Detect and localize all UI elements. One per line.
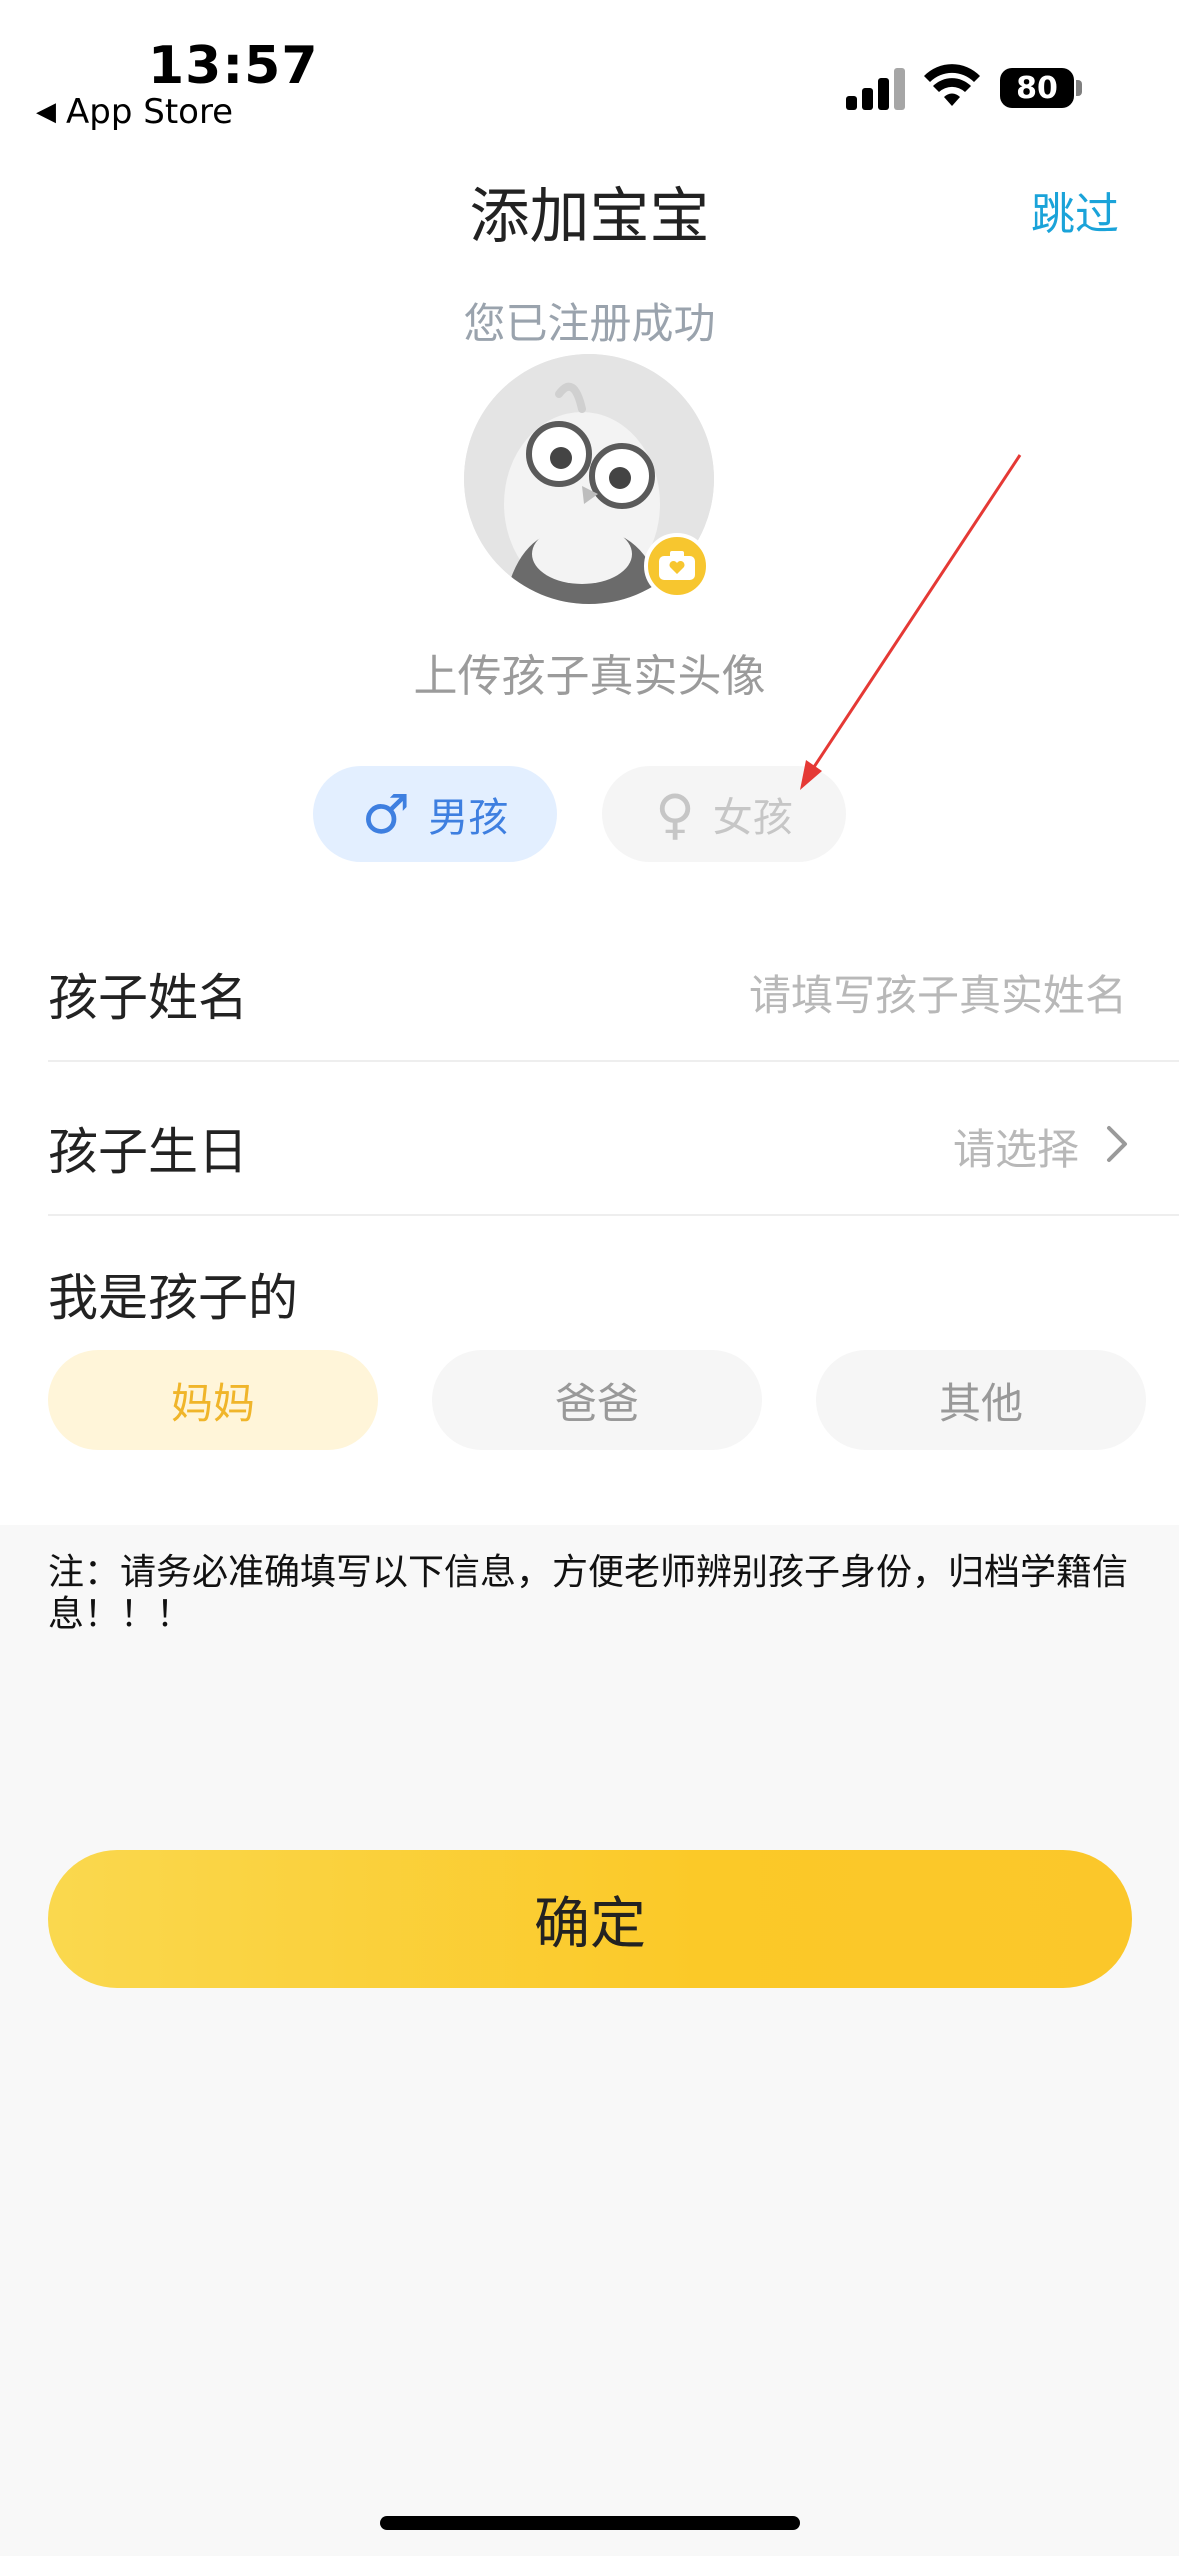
wifi-icon bbox=[924, 64, 980, 106]
birthday-select-value: 请选择 bbox=[952, 1125, 1079, 1174]
status-time: 13:57 bbox=[148, 36, 319, 96]
camera-badge[interactable] bbox=[644, 533, 710, 599]
page-title: 添加宝宝 bbox=[469, 182, 710, 252]
registration-success-text: 您已注册成功 bbox=[463, 299, 716, 348]
female-symbol-icon: ♀ bbox=[655, 782, 695, 846]
back-to-app-store[interactable]: ◀ App Store bbox=[36, 92, 233, 132]
upload-avatar-label: 上传孩子真实头像 bbox=[413, 651, 766, 702]
relation-mom-button[interactable]: 妈妈 bbox=[48, 1350, 378, 1450]
gender-boy-button[interactable]: ♂ 男孩 bbox=[313, 766, 557, 862]
cellular-signal-icon bbox=[846, 66, 906, 110]
gender-girl-label: 女孩 bbox=[712, 795, 793, 841]
male-symbol-icon: ♂ bbox=[361, 782, 411, 846]
gender-boy-label: 男孩 bbox=[428, 795, 509, 841]
chevron-right-icon bbox=[1107, 1126, 1127, 1162]
child-birthday-row[interactable]: 孩子生日 请选择 bbox=[48, 1062, 1179, 1216]
relation-label: 我是孩子的 bbox=[48, 1269, 298, 1327]
child-name-label: 孩子姓名 bbox=[48, 969, 248, 1027]
battery-icon: 80 bbox=[1000, 68, 1074, 108]
back-triangle-icon: ◀ bbox=[36, 97, 56, 127]
skip-button[interactable]: 跳过 bbox=[1031, 178, 1119, 242]
confirm-button[interactable]: 确定 bbox=[48, 1850, 1132, 1988]
battery-tip bbox=[1076, 80, 1082, 96]
child-birthday-label: 孩子生日 bbox=[48, 1123, 248, 1181]
gender-girl-button[interactable]: ♀ 女孩 bbox=[602, 766, 846, 862]
camera-icon bbox=[659, 551, 695, 580]
back-app-label: App Store bbox=[66, 92, 234, 132]
child-name-row[interactable]: 孩子姓名 请填写孩子真实姓名 bbox=[48, 908, 1179, 1062]
relation-dad-button[interactable]: 爸爸 bbox=[432, 1350, 762, 1450]
notice-text: 注：请务必准确填写以下信息，方便老师辨别孩子身份，归档学籍信息！！！ bbox=[48, 1552, 1129, 1635]
relation-other-button[interactable]: 其他 bbox=[816, 1350, 1146, 1450]
child-name-input[interactable]: 请填写孩子真实姓名 bbox=[749, 962, 1127, 1023]
home-indicator[interactable] bbox=[380, 2516, 800, 2530]
